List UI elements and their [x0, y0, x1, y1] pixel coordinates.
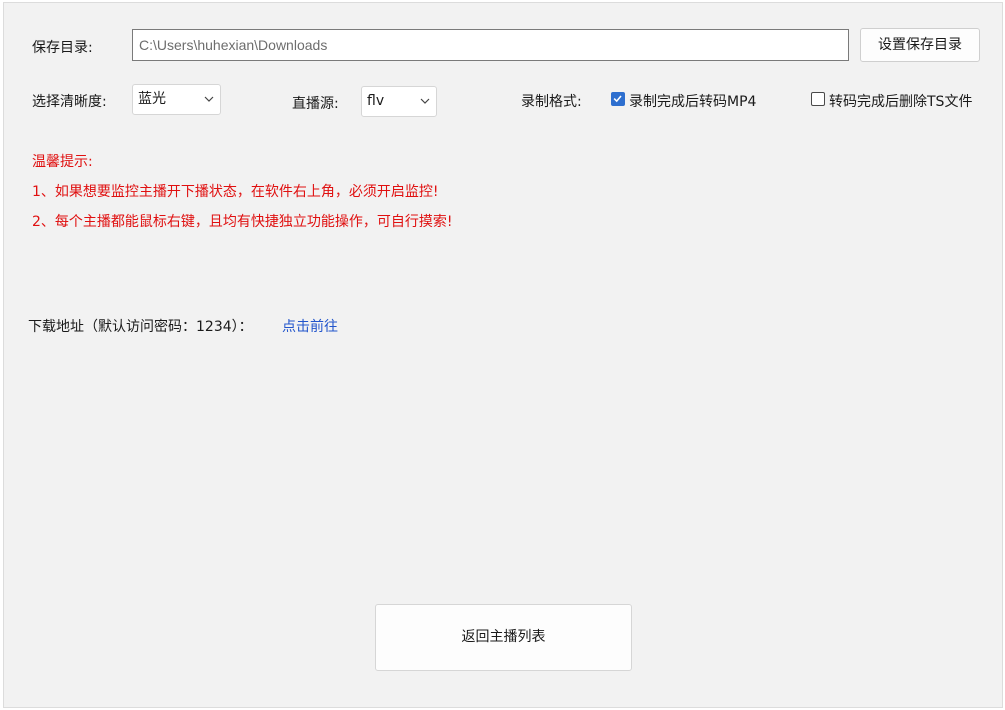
- delete-ts-checkbox[interactable]: [811, 92, 825, 106]
- format-label: 录制格式:: [521, 94, 582, 110]
- chevron-down-icon: [204, 96, 214, 102]
- tip-line-1: 1、如果想要监控主播开下播状态，在软件右上角，必须开启监控!: [32, 184, 439, 200]
- tip-line-2: 2、每个主播都能鼠标右键，且均有快捷独立功能操作，可自行摸索!: [32, 214, 453, 230]
- convert-mp4-label[interactable]: 录制完成后转码MP4: [629, 91, 756, 111]
- set-save-dir-button[interactable]: 设置保存目录: [860, 28, 980, 62]
- tips-title: 温馨提示:: [32, 154, 93, 170]
- quality-label: 选择清晰度:: [32, 94, 107, 110]
- save-dir-input[interactable]: C:\Users\huhexian\Downloads: [132, 29, 849, 61]
- source-select[interactable]: flv: [361, 86, 437, 117]
- download-link[interactable]: 点击前往: [282, 316, 338, 336]
- checkmark-icon: [613, 95, 622, 103]
- chevron-down-icon: [420, 98, 430, 104]
- settings-panel: 保存目录: C:\Users\huhexian\Downloads 设置保存目录…: [3, 2, 1003, 708]
- save-dir-label: 保存目录:: [32, 40, 93, 56]
- quality-select-value: 蓝光: [138, 91, 166, 107]
- source-label: 直播源:: [292, 96, 339, 112]
- convert-mp4-checkbox[interactable]: [611, 92, 625, 106]
- back-to-list-button[interactable]: 返回主播列表: [375, 604, 632, 671]
- quality-select[interactable]: 蓝光: [132, 84, 221, 115]
- download-label: 下载地址（默认访问密码：1234）：: [28, 319, 253, 335]
- source-select-value: flv: [367, 93, 385, 109]
- delete-ts-label[interactable]: 转码完成后删除TS文件: [829, 91, 972, 111]
